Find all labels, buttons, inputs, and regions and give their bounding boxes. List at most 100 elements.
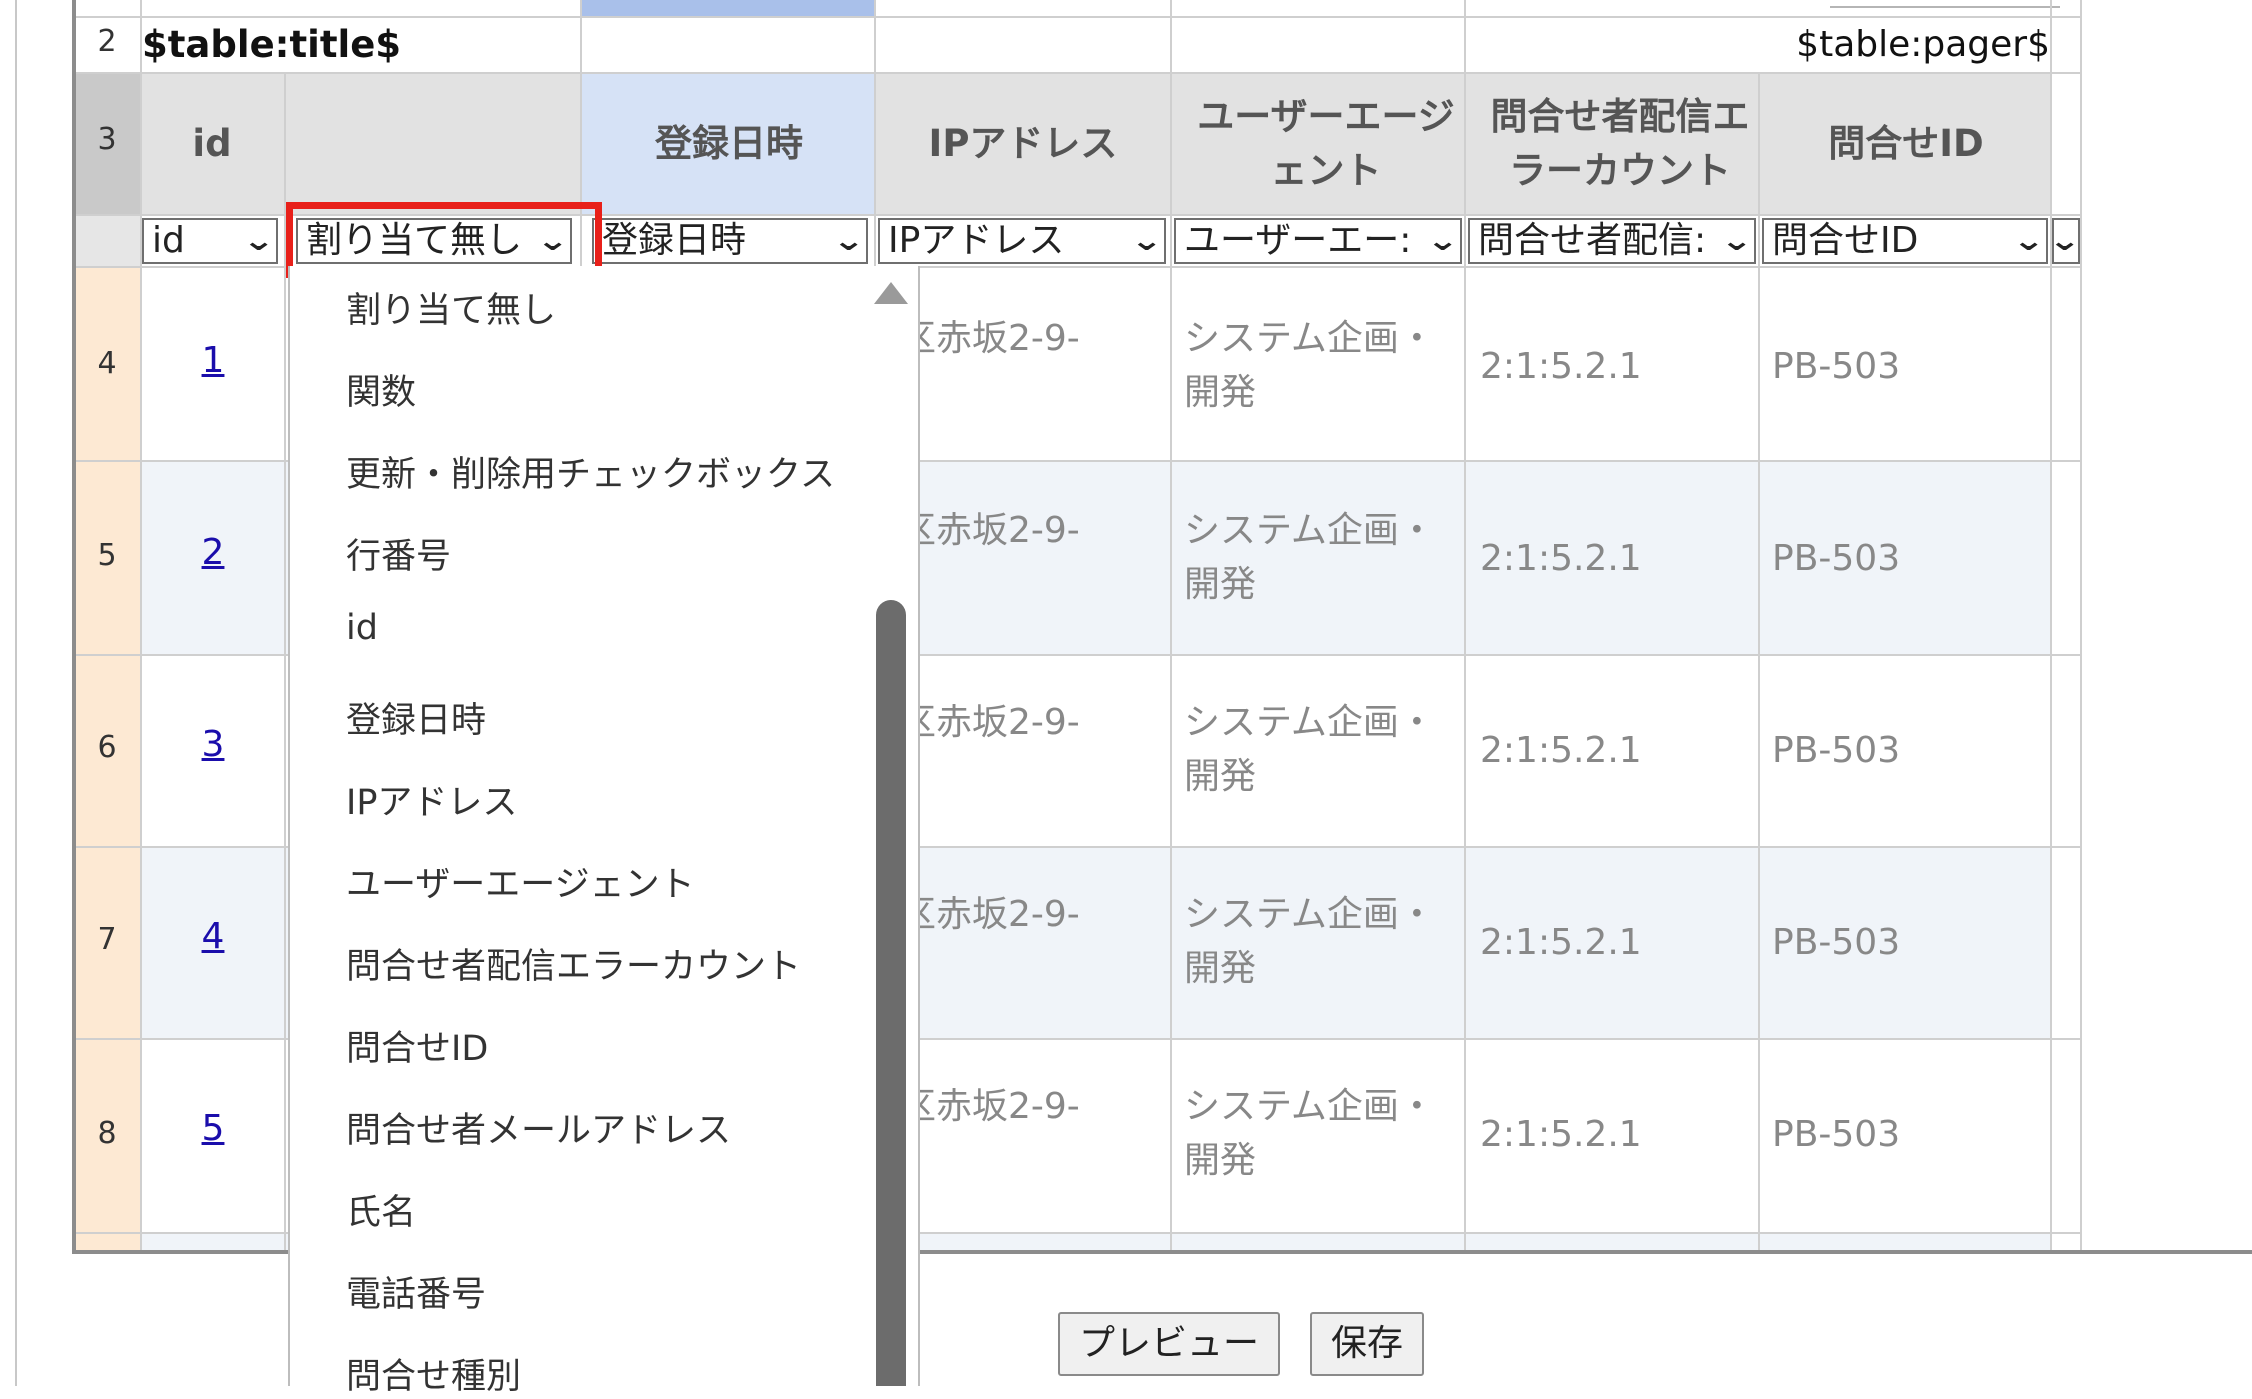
chevron-down-icon: ⌄ [1425,224,1459,257]
cell-line: 1 [900,942,1170,996]
select-value: ユーザーエー: [1184,220,1412,261]
grid-line [140,0,142,1250]
row-number: 7 [97,922,117,957]
inquiry-id-cell: PB-503 [1772,1114,1901,1155]
record-id-link[interactable]: 3 [200,724,226,765]
cell-line: 開発 [1184,372,1257,413]
row-number: 8 [97,1116,117,1151]
preview-button[interactable]: プレビュー [1058,1312,1280,1376]
dropdown-option[interactable]: id [346,608,378,648]
user-agent-cell: システム企画・ 開発 [1184,312,1454,420]
chevron-down-icon: ⌄ [1129,224,1163,257]
dropdown-option[interactable]: 問合せ者メールアドレス [346,1102,731,1153]
select-value: 問合せ者配信: [1478,220,1707,261]
chevron-down-icon: ⌄ [241,224,275,257]
column-select-ip-address[interactable]: IPアドレス ⌄ [878,218,1166,264]
dropdown-option[interactable]: 行番号 [346,528,451,579]
inquiry-id-cell: PB-503 [1772,346,1901,387]
grid-line [76,72,2082,74]
dropdown-option[interactable]: 登録日時 [346,692,486,743]
cell-line: 開発 [1184,1140,1257,1181]
error-count-cell: 2:1:5.2.1 [1480,538,1642,579]
chevron-down-icon: ⌄ [2054,220,2078,262]
cell-line: 1 [900,1134,1170,1188]
cell-line: 1 [900,750,1170,804]
scroll-up-arrow-icon[interactable] [874,282,908,304]
column-header-registered-at[interactable]: 登録日時 [582,74,876,214]
column-select-overflow[interactable]: ⌄ [2052,218,2080,264]
cell-line: 開発 [1184,756,1257,797]
save-button[interactable]: 保存 [1310,1312,1424,1376]
user-agent-cell: システム企画・ 開発 [1184,696,1454,804]
dropdown-option[interactable]: 割り当て無し [346,282,556,333]
scrollbar-thumb[interactable] [876,600,906,1386]
ip-address-cell: 区赤坂2-9- 1 [900,504,1170,612]
column-select-id[interactable]: id ⌄ [142,218,278,264]
inquiry-id-cell: PB-503 [1772,730,1901,771]
user-agent-cell: システム企画・ 開発 [1184,1080,1454,1188]
cell-line: システム企画・ [1184,318,1435,359]
row-number: 3 [97,122,117,157]
column-select-user-agent[interactable]: ユーザーエー: ⌄ [1174,218,1462,264]
cell-line: 区赤坂2-9- [900,510,1080,551]
dropdown-option[interactable]: 更新・削除用チェックボックス [346,446,835,497]
inquiry-id-cell: PB-503 [1772,538,1901,579]
ip-address-cell: 区赤坂2-9- 1 [900,312,1170,420]
select-value: 登録日時 [602,220,747,261]
dropdown-option[interactable]: 氏名 [346,1184,416,1235]
cell-line: システム企画・ [1184,1086,1435,1127]
column-header-blank[interactable] [286,74,580,214]
column-select-registered-at[interactable]: 登録日時 ⌄ [592,218,868,264]
chevron-down-icon: ⌄ [831,224,865,257]
cell-line: システム企画・ [1184,894,1435,935]
grid-line [1170,0,1172,1250]
column-header-user-agent[interactable]: ユーザーエージェント [1172,74,1480,214]
dropdown-option[interactable]: 電話番号 [346,1266,486,1317]
dropdown-option[interactable]: 問合せ種別 [346,1348,521,1399]
record-id-link[interactable]: 4 [200,916,226,957]
column-header-inquiry-id[interactable]: 問合せID [1760,74,2052,214]
dropdown-option[interactable]: 関数 [346,364,416,415]
cell-line: システム企画・ [1184,510,1435,551]
row-number: 4 [97,346,117,381]
ip-address-cell: 区赤坂2-9- 1 [900,1080,1170,1188]
column-select-error-count[interactable]: 問合せ者配信: ⌄ [1468,218,1756,264]
record-id-link[interactable]: 5 [200,1108,226,1149]
row-number: 5 [97,538,117,573]
dropdown-option[interactable]: 問合せID [346,1020,488,1071]
column-header-id[interactable]: id [140,74,284,214]
grid-line [1758,74,1760,1250]
user-agent-cell: システム企画・ 開発 [1184,504,1454,612]
dropdown-option[interactable]: IPアドレス [346,774,517,825]
error-count-cell: 2:1:5.2.1 [1480,922,1642,963]
cell-line: 開発 [1184,564,1257,605]
cell-line: 区赤坂2-9- [900,702,1080,743]
cell-line: 1 [900,366,1170,420]
pager-fragment [1830,0,2060,8]
column-select-inquiry-id[interactable]: 問合せID ⌄ [1762,218,2048,264]
grid-line [2050,0,2052,1250]
dropdown-option[interactable]: ユーザーエージェント [346,856,695,907]
cell-line: システム企画・ [1184,702,1435,743]
cell-line: 1 [900,558,1170,612]
chevron-down-icon: ⌄ [1719,224,1753,257]
grid-line [2080,0,2082,1250]
record-id-link[interactable]: 1 [200,340,226,381]
column-header-ip-address[interactable]: IPアドレス [876,74,1170,214]
row-number: 6 [97,730,117,765]
dropdown-option[interactable]: 問合せ者配信エラーカウント [346,938,801,989]
table-title-placeholder: $table:title$ [142,23,402,66]
record-id-link[interactable]: 2 [200,532,226,573]
cell-line: 区赤坂2-9- [900,1086,1080,1127]
row-header-filter [76,214,140,268]
select-value: id [152,220,185,261]
column-header-error-count[interactable]: 問合せ者配信エラーカウント [1466,74,1774,214]
cell-line: 開発 [1184,948,1257,989]
table-pager-placeholder: $table:pager$ [1796,24,2050,65]
select-value: 問合せID [1772,220,1919,261]
page-left-border [15,0,17,1386]
error-count-cell: 2:1:5.2.1 [1480,730,1642,771]
cell-line: 区赤坂2-9- [900,894,1080,935]
user-agent-cell: システム企画・ 開発 [1184,888,1454,996]
cell-line: 区赤坂2-9- [900,318,1080,359]
